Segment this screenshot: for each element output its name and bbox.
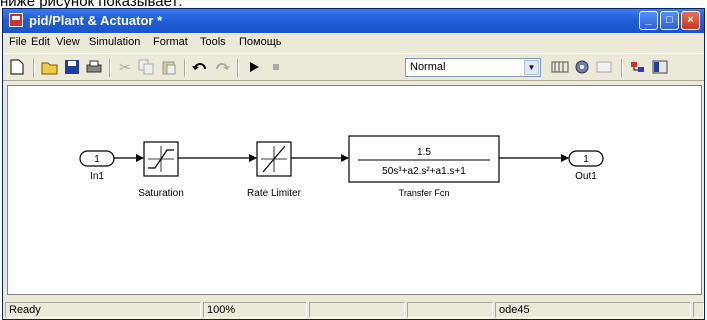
- paste-icon[interactable]: [160, 58, 178, 76]
- outport-label: Out1: [575, 171, 597, 182]
- library-icon[interactable]: [629, 58, 647, 76]
- refresh-icon[interactable]: [595, 58, 613, 76]
- close-button[interactable]: ×: [681, 11, 700, 30]
- title-bar[interactable]: pid/Plant & Actuator * _ □ ×: [3, 9, 704, 33]
- outport-block[interactable]: 1: [568, 150, 604, 167]
- menu-format[interactable]: Format: [153, 36, 188, 48]
- status-state: Ready: [5, 302, 201, 318]
- new-icon[interactable]: [8, 58, 26, 76]
- redo-icon[interactable]: [213, 58, 231, 76]
- saturation-label: Saturation: [138, 188, 184, 199]
- toolbar: ✂ Normal ▼: [3, 53, 704, 81]
- menu-simulation[interactable]: Simulation: [89, 36, 140, 48]
- model-explorer-icon[interactable]: [651, 58, 669, 76]
- cut-icon[interactable]: ✂: [116, 58, 134, 76]
- build-icon[interactable]: [551, 58, 569, 76]
- inport-label: In1: [90, 171, 104, 182]
- status-empty-3: [693, 302, 704, 318]
- copy-icon[interactable]: [137, 58, 155, 76]
- window-title: pid/Plant & Actuator *: [29, 13, 163, 28]
- menu-view[interactable]: View: [56, 36, 80, 48]
- simulink-app-icon: [9, 13, 23, 27]
- model-canvas[interactable]: 1 In1 Saturation Rate Limiter 1.5 50s³+a…: [7, 85, 702, 295]
- undo-icon[interactable]: [191, 58, 209, 76]
- transfer-fcn-denominator: 50s³+a2.s²+a1.s+1: [382, 166, 466, 177]
- menu-edit[interactable]: Edit: [31, 36, 50, 48]
- transfer-fcn-block[interactable]: 1.5 50s³+a2.s²+a1.s+1: [348, 135, 500, 183]
- rate-limiter-label: Rate Limiter: [247, 188, 302, 199]
- simulation-mode-select[interactable]: Normal ▼: [405, 58, 541, 77]
- menu-file[interactable]: File: [9, 36, 27, 48]
- status-zoom: 100%: [203, 302, 307, 318]
- save-icon[interactable]: [63, 58, 81, 76]
- status-empty-1: [309, 302, 405, 318]
- start-icon[interactable]: [245, 58, 263, 76]
- saturation-block[interactable]: [143, 141, 179, 177]
- print-icon[interactable]: [85, 58, 103, 76]
- transfer-fcn-label: Transfer Fcn: [399, 188, 450, 198]
- menu-help[interactable]: Помощь: [239, 36, 282, 48]
- transfer-fcn-numerator: 1.5: [417, 147, 431, 158]
- minimize-button[interactable]: _: [639, 11, 658, 30]
- open-icon[interactable]: [41, 58, 59, 76]
- rate-limiter-block[interactable]: [256, 141, 292, 177]
- menu-bar: File Edit View Simulation Format Tools П…: [3, 33, 704, 53]
- menu-tools[interactable]: Tools: [200, 36, 226, 48]
- inport-block[interactable]: 1: [79, 150, 115, 167]
- block-diagram: 1 In1 Saturation Rate Limiter 1.5 50s³+a…: [79, 135, 604, 199]
- svg-text:1: 1: [583, 154, 589, 165]
- status-empty-2: [407, 302, 493, 318]
- status-bar: Ready 100% ode45: [3, 300, 704, 319]
- maximize-button[interactable]: □: [660, 11, 679, 30]
- status-solver: ode45: [495, 302, 691, 318]
- svg-text:1: 1: [94, 154, 100, 165]
- stop-icon[interactable]: [267, 58, 285, 76]
- simulink-window: pid/Plant & Actuator * _ □ × File Edit V…: [2, 8, 705, 320]
- chevron-down-icon[interactable]: ▼: [524, 60, 539, 75]
- simulation-mode-value: Normal: [410, 61, 446, 73]
- update-icon[interactable]: [573, 58, 591, 76]
